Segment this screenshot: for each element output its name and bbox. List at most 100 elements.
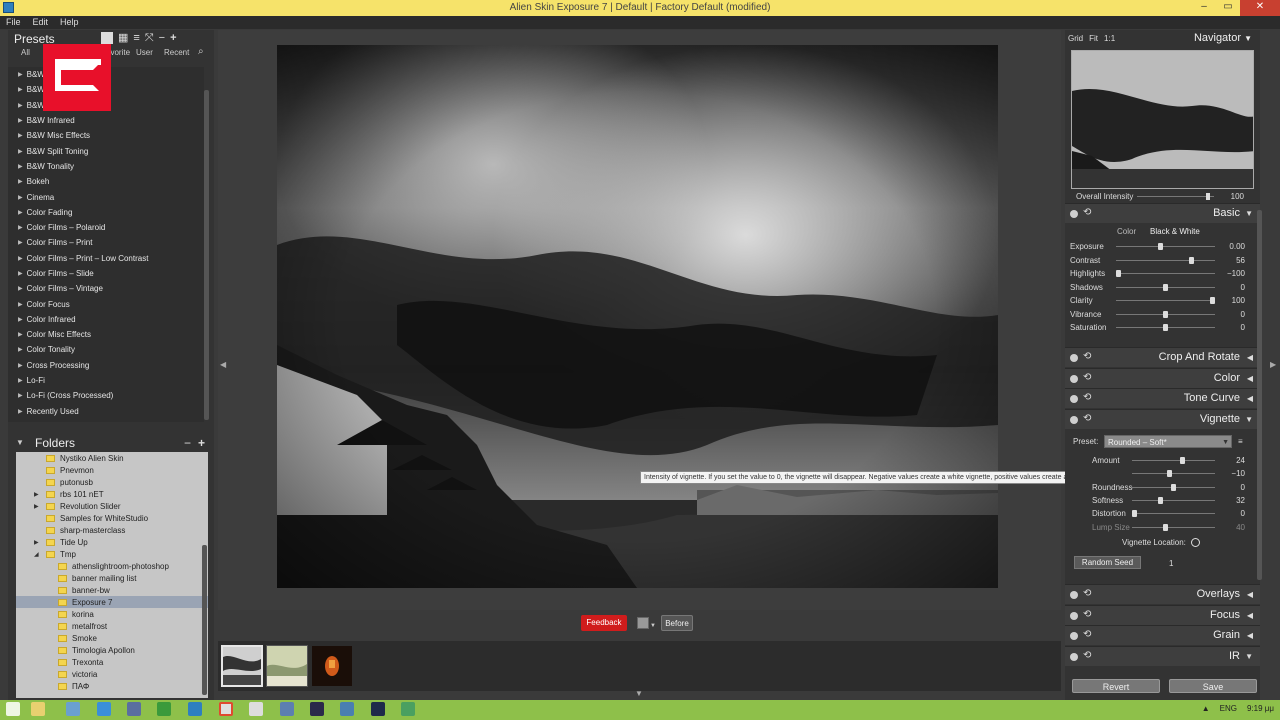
preset-category[interactable]: ▶ Color Infrared xyxy=(8,312,204,327)
folder-item[interactable]: sharp-masterclass xyxy=(16,524,208,536)
slider-track[interactable] xyxy=(1132,496,1215,504)
collapse-icon[interactable]: ⤧ xyxy=(145,32,154,44)
target-icon[interactable] xyxy=(1190,538,1200,548)
expand-arrow-icon[interactable]: ▶ xyxy=(18,301,23,308)
split-dropdown-icon[interactable]: ▼ xyxy=(650,623,656,629)
overall-intensity-knob[interactable] xyxy=(1206,193,1211,200)
folder-item[interactable]: ▶ Tide Up xyxy=(16,536,208,548)
folder-item[interactable]: Trexonta xyxy=(16,656,208,668)
collapse-right-arrow-icon[interactable]: ▶ xyxy=(1270,360,1276,369)
skype-icon[interactable] xyxy=(188,702,202,716)
expand-arrow-icon[interactable]: ▶ xyxy=(18,316,23,323)
expand-arrow-icon[interactable]: ▶ xyxy=(18,392,23,399)
expand-arrow-icon[interactable]: ▶ xyxy=(18,163,23,170)
close-button[interactable]: ✕ xyxy=(1240,0,1280,16)
preset-category[interactable]: ▶ Color Films – Print – Low Contrast xyxy=(8,251,204,266)
folder-item[interactable]: Pnevmon xyxy=(16,464,208,476)
mode-black-white[interactable]: Black & White xyxy=(1150,227,1200,236)
preset-menu-icon[interactable]: ≡ xyxy=(1238,437,1243,446)
nav-grid-tab[interactable]: Grid xyxy=(1068,34,1083,43)
chevron-down-icon[interactable]: ▼ xyxy=(1245,652,1253,661)
preset-category[interactable]: ▶ B&W Tonality xyxy=(8,159,204,174)
main-photo[interactable] xyxy=(277,45,998,588)
preset-category[interactable]: ▶ Color Films – Vintage xyxy=(8,281,204,296)
folder-item[interactable]: ▶ rbs 101 nET xyxy=(16,488,208,500)
overall-intensity[interactable]: Overall Intensity 100 xyxy=(1071,191,1254,203)
reset-icon[interactable]: ⟲ xyxy=(1083,629,1091,640)
slider-track[interactable] xyxy=(1116,324,1215,331)
expand-arrow-icon[interactable]: ▶ xyxy=(18,178,23,185)
expand-arrow-icon[interactable]: ▶ xyxy=(18,362,23,369)
adjustments-scrollbar[interactable] xyxy=(1257,210,1262,580)
expand-arrow-icon[interactable]: ▶ xyxy=(18,194,23,201)
folders-header[interactable]: ▼ Folders − + xyxy=(8,434,214,452)
expand-arrow-icon[interactable]: ▶ xyxy=(18,132,23,139)
reset-icon[interactable]: ⟲ xyxy=(1083,372,1091,383)
random-seed-button[interactable]: Random Seed xyxy=(1074,556,1141,569)
navigator-thumbnail[interactable] xyxy=(1071,50,1254,189)
photoshop-icon[interactable] xyxy=(371,702,385,716)
toggle-color[interactable] xyxy=(1070,375,1078,383)
folder-item[interactable]: korina xyxy=(16,608,208,620)
section-overlays[interactable]: ⟲ Overlays ◀ xyxy=(1065,584,1260,604)
folder-item[interactable]: athenslightroom-photoshop xyxy=(16,560,208,572)
folder-item[interactable]: banner-bw xyxy=(16,584,208,596)
app-icon[interactable] xyxy=(401,702,415,716)
collapse-left-arrow-icon[interactable]: ◀ xyxy=(220,360,226,369)
section-grain[interactable]: ⟲ Grain ◀ xyxy=(1065,625,1260,645)
folder-item[interactable]: Exposure 7 xyxy=(16,596,208,608)
add-folder-icon[interactable]: + xyxy=(198,436,205,450)
reset-icon[interactable]: ⟲ xyxy=(1083,588,1091,599)
slider-knob[interactable] xyxy=(1163,324,1168,331)
slider-knob[interactable] xyxy=(1167,470,1173,478)
slider-track[interactable] xyxy=(1116,297,1215,304)
toggle-vignette[interactable] xyxy=(1070,416,1078,424)
menu-file[interactable]: File xyxy=(6,16,21,29)
tray-arrow-icon[interactable]: ▲ xyxy=(1202,704,1210,713)
toggle-focus[interactable] xyxy=(1070,612,1078,620)
chevron-down-icon[interactable]: ▼ xyxy=(1245,415,1253,424)
preset-category[interactable]: ▶ Lo-Fi xyxy=(8,373,204,388)
preset-category[interactable]: ▶ Cinema xyxy=(8,189,204,204)
folder-item[interactable]: Samples for WhiteStudio xyxy=(16,512,208,524)
chrome-icon[interactable] xyxy=(219,702,233,716)
expand-filmstrip-icon[interactable]: ▼ xyxy=(635,689,643,698)
slider-track[interactable] xyxy=(1116,243,1215,250)
slider-knob[interactable] xyxy=(1116,270,1121,277)
add-preset-icon[interactable]: + xyxy=(170,32,176,44)
expand-arrow-icon[interactable]: ▶ xyxy=(18,270,23,277)
preset-category[interactable]: ▶ Color Fading xyxy=(8,205,204,220)
chevron-left-icon[interactable]: ◀ xyxy=(1247,590,1253,599)
folder-item[interactable]: victoria xyxy=(16,668,208,680)
app-icon[interactable] xyxy=(66,702,80,716)
reset-icon[interactable]: ⟲ xyxy=(1083,351,1091,362)
folders-scrollbar[interactable] xyxy=(202,545,207,695)
expand-arrow-icon[interactable]: ▶ xyxy=(18,377,23,384)
reset-icon[interactable]: ⟲ xyxy=(1083,650,1091,661)
slider-knob[interactable] xyxy=(1180,457,1186,464)
clock[interactable]: 9:19 μμ xyxy=(1247,704,1274,713)
folder-item[interactable]: ▶ Revolution Slider xyxy=(16,500,208,512)
preset-category[interactable]: ▶ Color Focus xyxy=(8,296,204,311)
tab-all[interactable]: All xyxy=(21,48,30,57)
preset-category[interactable]: ▶ Color Films – Print xyxy=(8,235,204,250)
slider-track[interactable] xyxy=(1116,270,1215,277)
slider-track[interactable] xyxy=(1132,523,1215,531)
section-tone-curve[interactable]: ⟲ Tone Curve ◀ xyxy=(1065,388,1260,408)
vignette-preset-select[interactable]: Rounded – Soft* ▼ xyxy=(1104,435,1232,448)
section-crop-rotate[interactable]: ⟲ Crop And Rotate ◀ xyxy=(1065,347,1260,367)
toggle-basic[interactable] xyxy=(1070,210,1078,218)
menu-help[interactable]: Help xyxy=(60,16,79,29)
excel-icon[interactable] xyxy=(157,702,171,716)
slider-track[interactable] xyxy=(1116,256,1215,264)
slider-track[interactable] xyxy=(1132,483,1215,491)
preset-category[interactable]: ▶ Color Tonality xyxy=(8,342,204,357)
slider-track[interactable] xyxy=(1132,510,1215,518)
thumbnail[interactable] xyxy=(266,645,308,687)
lightroom-icon[interactable] xyxy=(310,702,324,716)
expand-arrow-icon[interactable]: ▶ xyxy=(18,117,23,124)
clock-app-icon[interactable] xyxy=(249,702,263,716)
reset-icon[interactable]: ⟲ xyxy=(1083,413,1091,424)
slider-knob[interactable] xyxy=(1189,256,1195,264)
slider-track[interactable] xyxy=(1132,457,1215,464)
